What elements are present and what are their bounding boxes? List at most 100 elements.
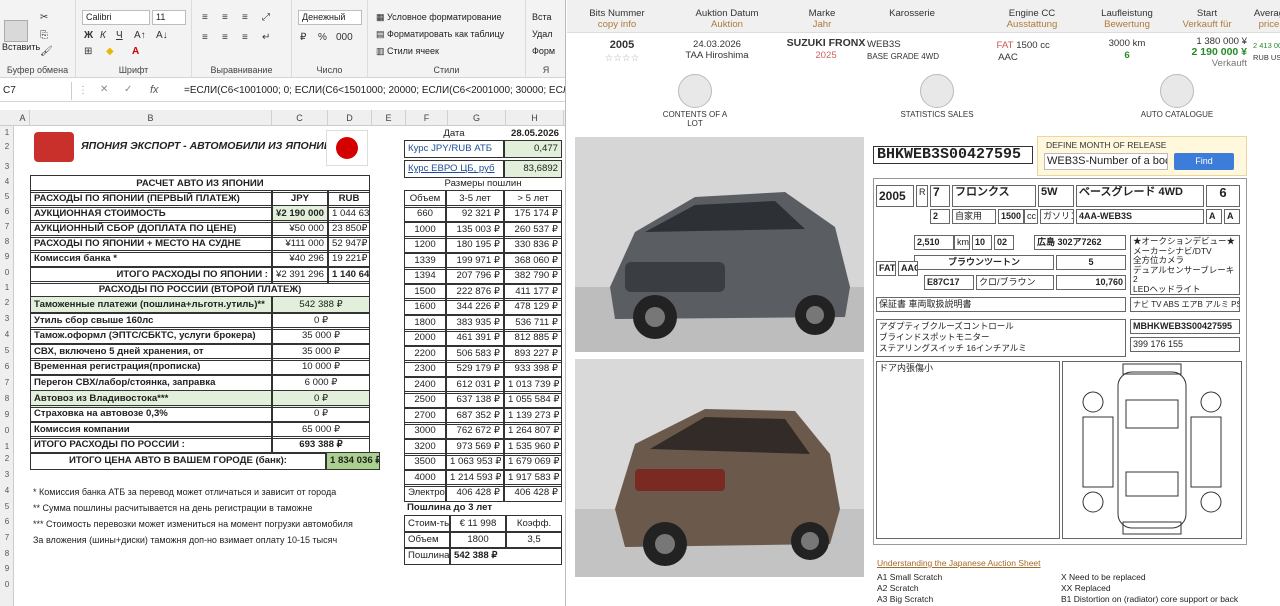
conditional-format-button[interactable]: ▦ Условное форматирование — [376, 12, 502, 23]
font-grow-icon[interactable]: A↑ — [134, 30, 146, 41]
header-5[interactable]: Engine CC Ausstattung — [987, 8, 1077, 30]
column-header-g[interactable]: G — [448, 110, 506, 126]
header-7[interactable]: Start Verkauft für — [1167, 8, 1247, 30]
car-rear-photo[interactable] — [575, 359, 864, 577]
cut-icon[interactable]: ✂ — [40, 12, 48, 23]
column-header-h[interactable]: H — [506, 110, 564, 126]
column-header-d[interactable]: D — [328, 110, 372, 126]
row-header[interactable]: 0 — [0, 426, 14, 435]
auction-lot-row[interactable]: 2005 ☆☆☆☆ 24.03.2026 TAA Hiroshima SUZUK… — [567, 34, 1280, 69]
orientation-icon[interactable]: ⤢ — [262, 12, 270, 23]
car-front-photo[interactable] — [575, 137, 864, 352]
copy-icon[interactable]: ⎘ — [40, 30, 48, 41]
row-header[interactable]: 4 — [0, 486, 14, 495]
row-header[interactable]: 3 — [0, 162, 14, 171]
column-header-e[interactable]: E — [372, 110, 406, 126]
currency-switch[interactable]: RUB USD — [1253, 52, 1280, 63]
row-header[interactable]: 9 — [0, 410, 14, 419]
rating-stars[interactable]: ☆☆☆☆ — [587, 53, 657, 64]
legend-link[interactable]: Understanding the Japanese Auction Sheet — [877, 558, 1041, 568]
number-format-select[interactable]: Денежный — [298, 10, 362, 25]
row-header[interactable]: 8 — [0, 394, 14, 403]
cancel-formula-icon[interactable]: ✕ — [100, 84, 108, 95]
format-table-button[interactable]: ▤ Форматировать как таблицу — [376, 29, 504, 40]
font-name-select[interactable]: Calibri — [82, 10, 150, 25]
header-8[interactable]: Averagprice — [1249, 8, 1280, 30]
row-header[interactable]: 8 — [0, 549, 14, 558]
row-header[interactable]: 1 — [0, 283, 14, 292]
duty3-duty-label: Пошлина — [404, 547, 450, 565]
row-header[interactable]: 6 — [0, 517, 14, 526]
align-center-icon[interactable]: ≡ — [222, 32, 228, 43]
header-6[interactable]: Laufleistung Bewertung — [1087, 8, 1167, 30]
row-header[interactable]: 3 — [0, 470, 14, 479]
font-shrink-icon[interactable]: A↓ — [156, 30, 168, 41]
find-button[interactable]: Find — [1174, 153, 1234, 170]
row-header[interactable]: 8 — [0, 237, 14, 246]
fill-color-icon[interactable]: ◆ — [106, 46, 114, 57]
enter-formula-icon[interactable]: ✓ — [124, 84, 132, 95]
row-header[interactable]: 2 — [0, 298, 14, 307]
column-header-a[interactable]: A — [16, 110, 30, 126]
row-header[interactable]: 6 — [0, 207, 14, 216]
tool-3[interactable]: AUTO CATALOGUE — [1137, 74, 1217, 119]
row-header[interactable]: 1 — [0, 128, 14, 137]
italic-icon[interactable]: К — [100, 30, 106, 41]
underline-icon[interactable]: Ч — [116, 30, 123, 41]
column-header-b[interactable]: B — [30, 110, 272, 126]
chassis-search-input[interactable]: WEB3S-Number of a boc — [1044, 153, 1168, 170]
row-header[interactable]: 0 — [0, 268, 14, 277]
format-button[interactable]: Форм — [532, 46, 555, 56]
name-box[interactable]: C7 — [0, 82, 72, 100]
insert-button[interactable]: Вста — [532, 12, 552, 22]
align-right-icon[interactable]: ≡ — [242, 32, 248, 43]
header-1[interactable]: Bits Nummer copy info — [577, 8, 657, 30]
row-header[interactable]: 4 — [0, 330, 14, 339]
worksheet-grid[interactable]: ЯПОНИЯ ЭКСПОРТ - АВТОМОБИЛИ ИЗ ЯПОНИИ, К… — [14, 126, 565, 606]
align-bottom-icon[interactable]: ≡ — [242, 12, 248, 23]
row-header[interactable]: 7 — [0, 533, 14, 542]
header-4[interactable]: Karosserie — [867, 8, 957, 19]
align-middle-icon[interactable]: ≡ — [222, 12, 228, 23]
formula-input[interactable]: =ЕСЛИ(C6<1001000; 0; ЕСЛИ(C6<1501000; 20… — [184, 85, 565, 96]
header-2[interactable]: Auktion Datum Auktion — [677, 8, 777, 30]
column-header-f[interactable]: F — [406, 110, 448, 126]
font-size-select[interactable]: 11 — [152, 10, 186, 25]
paste-icon[interactable] — [4, 20, 28, 42]
percent-icon[interactable]: % — [318, 32, 327, 43]
cell-styles-button[interactable]: ▥ Стили ячеек — [376, 46, 439, 57]
row-header[interactable]: 7 — [0, 378, 14, 387]
row-header[interactable]: 5 — [0, 192, 14, 201]
row-header[interactable]: 3 — [0, 314, 14, 323]
currency-icon[interactable]: ₽ — [300, 32, 306, 43]
header-3[interactable]: Marke Jahr — [772, 8, 872, 30]
row-header[interactable]: 0 — [0, 580, 14, 589]
thousands-icon[interactable]: 000 — [336, 32, 353, 43]
row-header[interactable]: 7 — [0, 222, 14, 231]
row-header[interactable]: 9 — [0, 564, 14, 573]
align-left-icon[interactable]: ≡ — [202, 32, 208, 43]
paste-button[interactable]: Вставить — [2, 42, 40, 52]
grand-total-label: ИТОГО ЦЕНА АВТО В ВАШЕМ ГОРОДЕ (банк): — [30, 452, 326, 470]
borders-icon[interactable]: ⊞ — [84, 46, 92, 57]
row-header[interactable]: 2 — [0, 142, 14, 151]
row-header[interactable]: 9 — [0, 252, 14, 261]
format-painter-icon[interactable]: 🖌 — [40, 46, 53, 57]
font-color-icon[interactable]: A — [132, 46, 139, 57]
namebox-dropdown-icon[interactable]: ⋮ — [78, 85, 88, 96]
row-header[interactable]: 4 — [0, 177, 14, 186]
wrap-text-icon[interactable]: ↵ — [262, 32, 270, 43]
tool-2[interactable]: STATISTICS SALES — [897, 74, 977, 119]
tool-1[interactable]: CONTENTS OF A LOT — [655, 74, 735, 128]
row-header[interactable]: 1 — [0, 442, 14, 451]
row-header[interactable]: 6 — [0, 362, 14, 371]
insert-function-icon[interactable]: fx — [150, 84, 159, 96]
row-header[interactable]: 2 — [0, 454, 14, 463]
rate-jpy-value[interactable]: 0,477 — [504, 140, 562, 158]
delete-button[interactable]: Удал — [532, 29, 553, 39]
bold-icon[interactable]: Ж — [84, 30, 93, 41]
align-top-icon[interactable]: ≡ — [202, 12, 208, 23]
row-header[interactable]: 5 — [0, 502, 14, 511]
row-header[interactable]: 5 — [0, 346, 14, 355]
column-header-c[interactable]: C — [272, 110, 328, 126]
